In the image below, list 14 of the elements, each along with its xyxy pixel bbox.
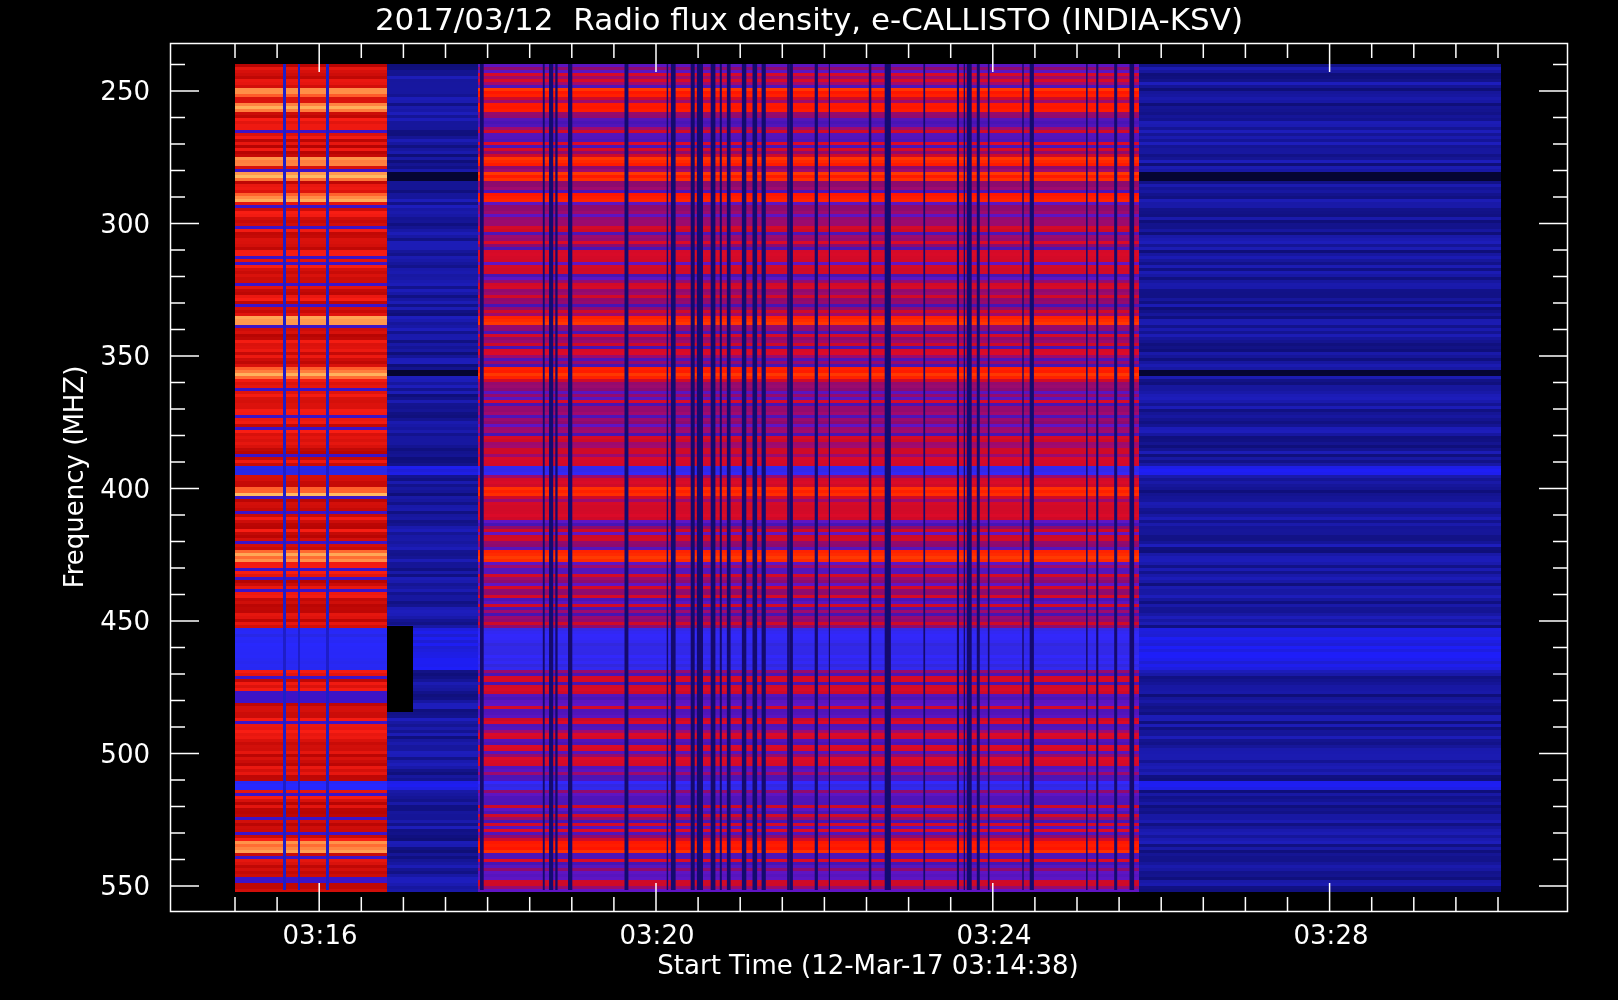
y-tick-label: 400 [100,475,150,502]
y-axis-label: Frequency (MHZ) [61,365,87,589]
x-tick-label: 03:16 [282,922,358,948]
x-tick-label: 03:20 [619,922,695,948]
y-tick-label: 450 [100,608,150,634]
y-tick-label: 350 [100,343,150,369]
y-tick-label: 550 [100,873,150,899]
y-tick-label: 250 [100,78,150,104]
x-axis-label: Start Time (12-Mar-17 03:14:38) [657,952,1079,978]
x-tick-label: 03:24 [956,922,1032,948]
y-tick-label: 300 [100,210,150,237]
x-tick-label: 03:28 [1293,922,1369,948]
y-tick-label: 500 [100,740,150,767]
chart-title: 2017/03/12 Radio flux density, e-CALLISTO (INDIA-KSV) [374,1,1244,37]
